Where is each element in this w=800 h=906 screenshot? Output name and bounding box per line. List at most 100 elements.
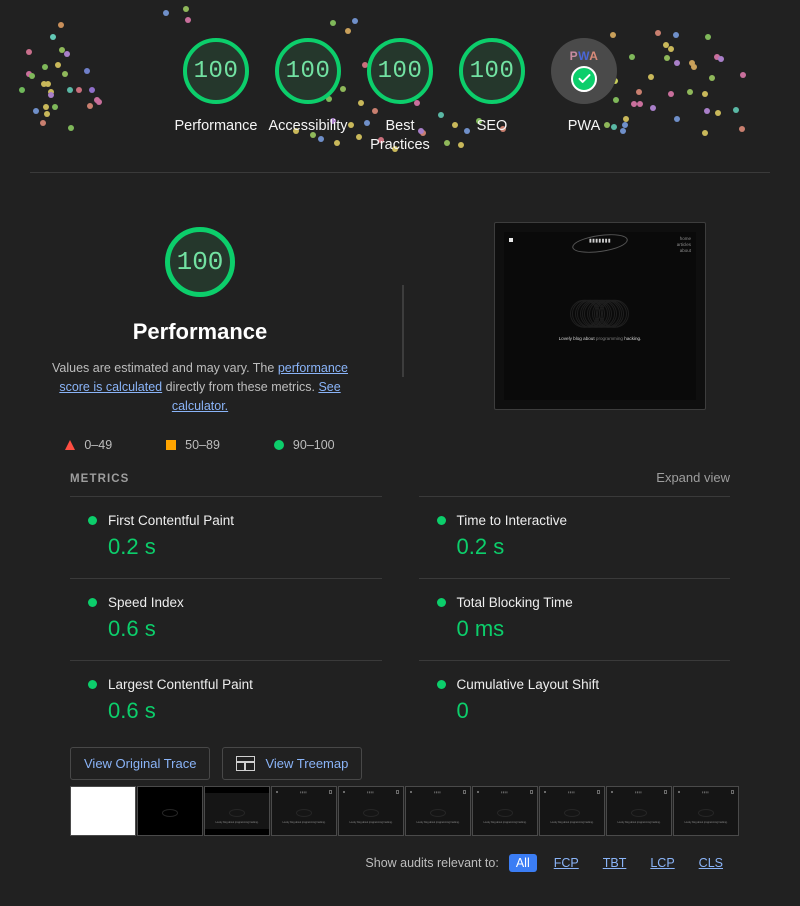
- frame-tagline: Lovely blog about programming hacking.: [684, 820, 728, 824]
- pwa-badge: PWA: [551, 38, 617, 104]
- final-screenshot: ▮▮▮▮▮▮▮ home articles about Lovely blog …: [494, 222, 706, 410]
- audit-filter-cls[interactable]: CLS: [692, 854, 730, 872]
- performance-section: 100 Performance Values are estimated and…: [0, 200, 800, 452]
- metric-value: 0.2 s: [456, 534, 505, 559]
- filmstrip-frame[interactable]: ▮▮▮▮ Lovely blog about programming hackin…: [472, 786, 538, 836]
- frame-nav-icon: [596, 790, 600, 794]
- pwa-letter-p: P: [569, 48, 579, 63]
- frame-menu-icon: [678, 791, 680, 793]
- metric-value: 0.6 s: [108, 616, 156, 641]
- audit-filter-all[interactable]: All: [508, 854, 537, 872]
- desc-text-1: Values are estimated and may vary. The: [52, 361, 278, 375]
- filmstrip-frame[interactable]: ▮▮▮▮ Lovely blog about programming hackin…: [271, 786, 337, 836]
- gauge-seo[interactable]: 100 SEO: [446, 38, 538, 136]
- frame-header: ▮▮▮▮: [544, 790, 600, 794]
- frame-header: ▮▮▮▮: [611, 790, 667, 794]
- frame-nav-icon: [529, 790, 533, 794]
- filmstrip-frame[interactable]: ▮▮▮▮ Lovely blog about programming hackin…: [405, 786, 471, 836]
- frame-hero-ring: [363, 808, 379, 817]
- filmstrip-frame[interactable]: Lovely blog about programming hacking.: [137, 786, 203, 836]
- frame-hero-ring: [497, 808, 513, 817]
- tagline-c: hacking.: [622, 336, 642, 342]
- final-screenshot-content: ▮▮▮▮▮▮▮ home articles about Lovely blog …: [504, 232, 696, 400]
- frame-hero-ring: [296, 808, 312, 817]
- hero-ring: [601, 299, 630, 328]
- metric-label: Largest Contentful Paint: [108, 677, 253, 692]
- performance-score-gauge: 100: [165, 227, 235, 297]
- gauge-pwa[interactable]: PWA PWA: [538, 38, 630, 136]
- category-score-gauges: 100 Performance 100 Accessibility 100 Be…: [0, 0, 800, 155]
- metric-value: 0.2 s: [108, 534, 156, 559]
- gauge-accessibility[interactable]: 100 Accessibility: [262, 38, 354, 136]
- frame-tagline: Lovely blog about programming hacking.: [550, 820, 594, 824]
- legend-range-fail: 0–49: [84, 438, 113, 452]
- metric-item[interactable]: Speed Index 0.6 s: [70, 578, 382, 660]
- frame-hero-ring: [631, 808, 647, 817]
- frame-tagline: Lovely blog about programming hacking.: [215, 820, 259, 824]
- trace-button-row: View Original Trace View Treemap: [70, 747, 363, 780]
- metric-status-circle-icon: [436, 516, 446, 525]
- square-icon: [166, 440, 177, 450]
- audit-filter-lcp[interactable]: LCP: [643, 854, 681, 872]
- filmstrip-frame[interactable]: ▮▮▮▮ Lovely blog about programming hackin…: [673, 786, 739, 836]
- filmstrip-frame[interactable]: ▮▮▮▮ Lovely blog about programming hackin…: [606, 786, 672, 836]
- filmstrip-frame[interactable]: ▮▮▮▮ Lovely blog about programming hackin…: [338, 786, 404, 836]
- frame-tagline: Lovely blog about programming hacking.: [483, 820, 527, 824]
- gauge-performance[interactable]: 100 Performance: [170, 38, 262, 136]
- page-title: Performance: [132, 319, 268, 344]
- frame-hero-ring: [698, 808, 714, 817]
- frame-header: ▮▮▮▮: [477, 790, 533, 794]
- metric-value: 0 ms: [456, 616, 505, 641]
- frame-nav-icon: [462, 790, 466, 794]
- frame-hero-ring: [229, 808, 245, 817]
- gauge-label-performance: Performance: [174, 118, 258, 134]
- metric-label: First Contentful Paint: [108, 513, 235, 528]
- gauge-ring-accessibility: 100: [275, 38, 341, 104]
- gauge-ring-best-practices: 100: [367, 38, 433, 104]
- filmstrip-frame[interactable]: Lovely blog about programming hacking.: [204, 786, 270, 836]
- legend-item-average: 50–89: [166, 438, 220, 452]
- frame-tagline: Lovely blog about programming hacking.: [349, 820, 393, 824]
- frame-band: [205, 829, 269, 835]
- metric-name: Cumulative Layout Shift: [436, 677, 731, 692]
- screenshot-hero-rings: [570, 299, 630, 328]
- metrics-header: METRICS Expand view: [70, 470, 730, 485]
- metric-label: Cumulative Layout Shift: [456, 677, 600, 692]
- filmstrip-frame[interactable]: ▮▮▮▮ Lovely blog about programming hackin…: [539, 786, 605, 836]
- pwa-letter-w: W: [578, 48, 590, 63]
- check-circle-icon: [571, 65, 597, 92]
- view-original-trace-button[interactable]: View Original Trace: [70, 747, 211, 780]
- gauge-best-practices[interactable]: 100 Best Practices: [354, 38, 446, 155]
- tagline-b: programming: [595, 336, 623, 342]
- circle-icon: [273, 440, 284, 450]
- frame-tagline: Lovely blog about programming hacking.: [416, 820, 460, 824]
- performance-description: Values are estimated and may vary. The p…: [45, 359, 355, 416]
- expand-view-toggle[interactable]: Expand view: [656, 470, 730, 485]
- metric-item[interactable]: Largest Contentful Paint 0.6 s: [70, 660, 382, 742]
- frame-menu-icon: [544, 791, 546, 793]
- gauge-label-seo: SEO: [476, 118, 508, 134]
- view-treemap-label: View Treemap: [265, 756, 349, 771]
- metric-name: Time to Interactive: [436, 513, 731, 528]
- metric-item[interactable]: First Contentful Paint 0.2 s: [70, 496, 382, 578]
- screenshot-nav: home articles about: [677, 236, 691, 254]
- view-treemap-button[interactable]: View Treemap: [222, 747, 363, 780]
- audit-filter-fcp[interactable]: FCP: [547, 854, 586, 872]
- frame-nav-icon: [328, 790, 332, 794]
- metric-item[interactable]: Cumulative Layout Shift 0: [418, 660, 731, 742]
- metric-item[interactable]: Total Blocking Time 0 ms: [418, 578, 730, 660]
- legend-range-average: 50–89: [185, 438, 220, 452]
- screenshot-tagline: Lovely blog about programming hacking.: [559, 336, 642, 341]
- filmstrip-frame[interactable]: [70, 786, 136, 836]
- pwa-wordmark: PWA: [570, 49, 599, 63]
- metrics-section: METRICS Expand view First Contentful Pai…: [70, 470, 730, 742]
- screenshot-menu-square: [509, 238, 513, 242]
- audit-filter-tbt[interactable]: TBT: [596, 854, 634, 872]
- metric-item[interactable]: Time to Interactive 0.2 s: [418, 496, 731, 578]
- frame-logo: ▮▮▮▮: [501, 790, 508, 794]
- final-screenshot-column: ▮▮▮▮▮▮▮ home articles about Lovely blog …: [400, 200, 800, 410]
- frame-nav-icon: [730, 790, 734, 794]
- metric-label: Total Blocking Time: [456, 595, 573, 610]
- frame-logo: ▮▮▮▮: [367, 790, 374, 794]
- frame-logo: ▮▮▮▮: [635, 790, 642, 794]
